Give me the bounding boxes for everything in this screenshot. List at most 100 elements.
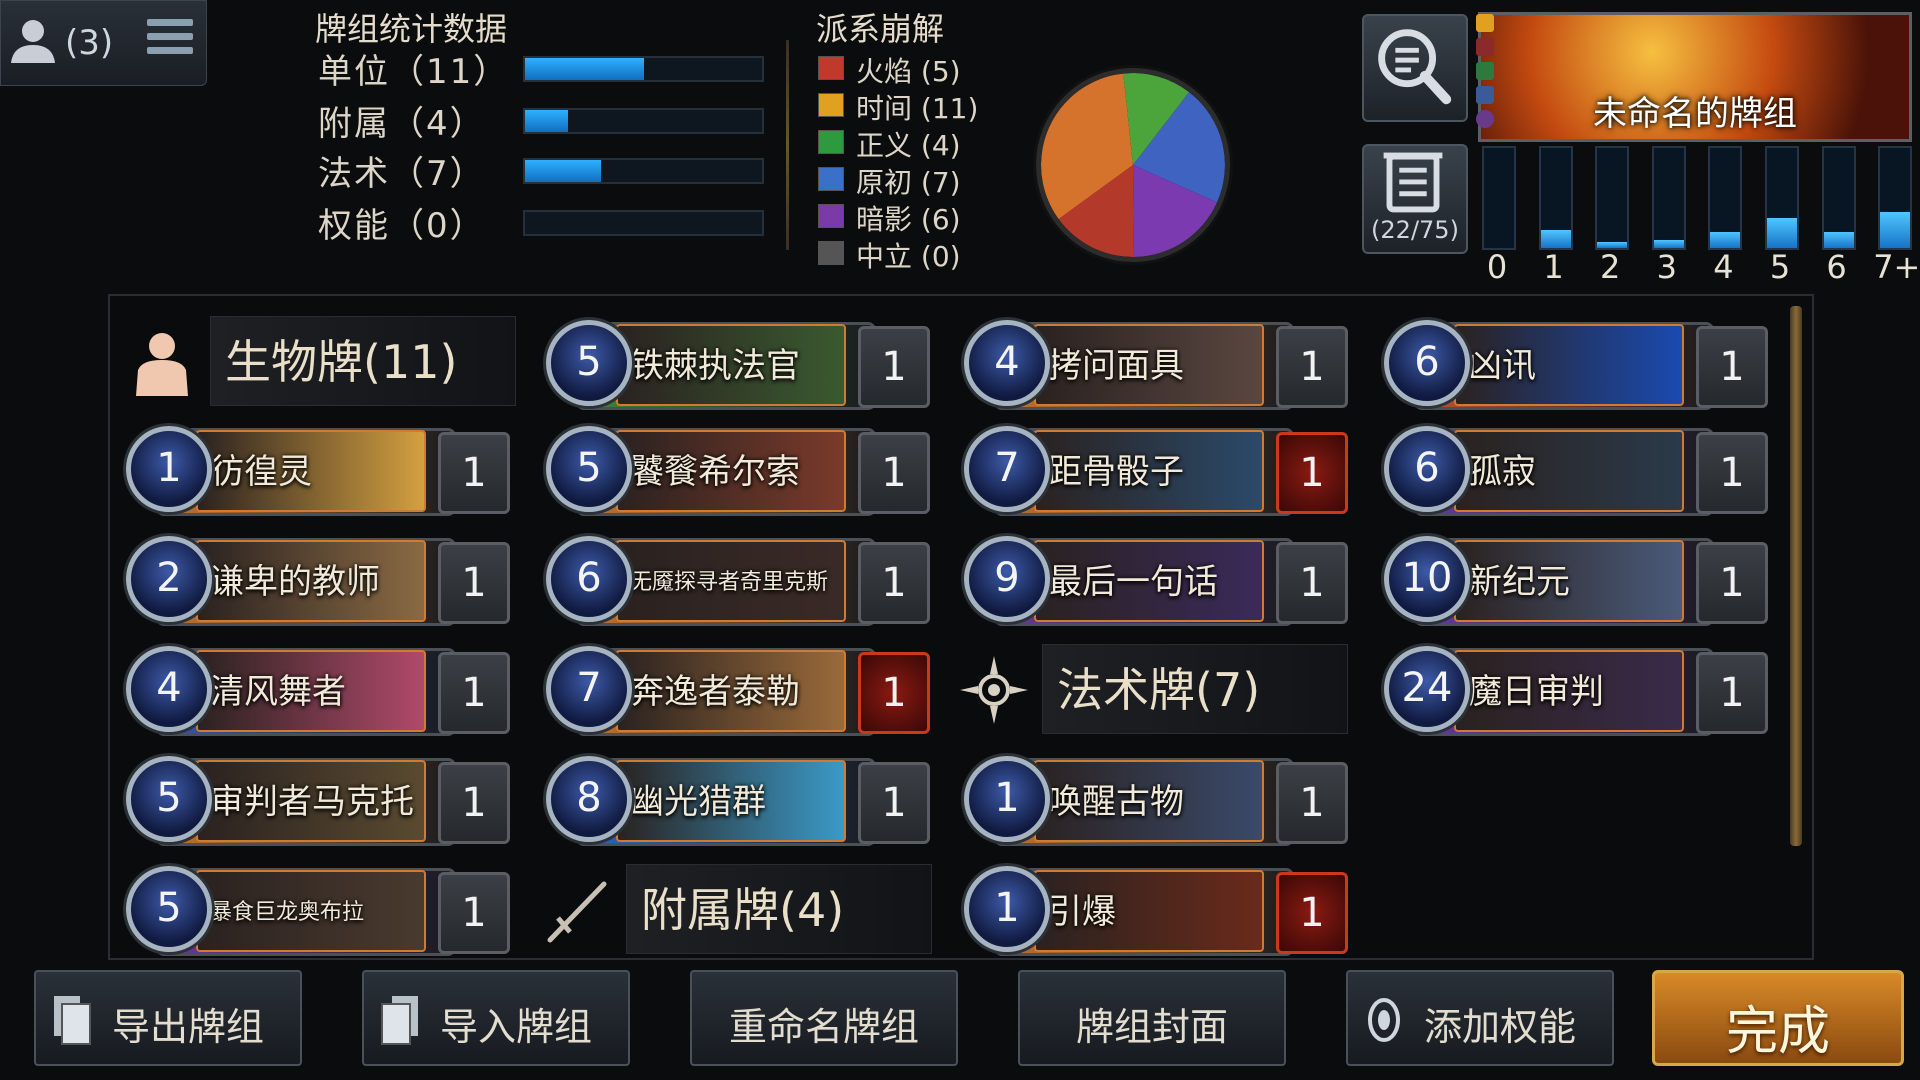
card-quantity[interactable]: 1 [1696, 326, 1768, 408]
faction-label: 时间 (11) [856, 92, 979, 125]
deck-card[interactable]: 清风舞者 4 1 [126, 642, 516, 740]
faction-icon [818, 167, 844, 191]
faction-row: 原初 (7) [818, 161, 988, 199]
stat-bar-fill [525, 160, 601, 182]
add-power-button[interactable]: 添加权能 [1346, 970, 1614, 1066]
mana-curve-fill [1880, 212, 1911, 248]
deck-card[interactable]: 奔逸者泰勒 7 1 [546, 642, 936, 740]
card-cost: 5 [126, 756, 212, 842]
card-name: 清风舞者 [210, 672, 346, 712]
deck-card[interactable]: 铁棘执法官 5 1 [546, 316, 936, 414]
deck-card[interactable]: 距骨骰子 7 1 [964, 422, 1354, 520]
creatures-section-title: 生物牌(11) [210, 316, 516, 406]
stat-bar-fill [525, 110, 568, 132]
faction-row: 时间 (11) [818, 87, 988, 125]
deck-card[interactable]: 幽光猎群 8 1 [546, 752, 936, 850]
deck-card[interactable]: 魔日审判 24 1 [1384, 642, 1774, 740]
rename-deck-button[interactable]: 重命名牌组 [690, 970, 958, 1066]
card-quantity[interactable]: 1 [858, 652, 930, 734]
faction-label: 原初 (7) [856, 166, 961, 199]
deck-card[interactable]: 饕餮希尔索 5 1 [546, 422, 936, 520]
deck-card[interactable]: 引爆 1 1 [964, 862, 1354, 960]
card-cost: 6 [1384, 426, 1470, 512]
faction-icon [818, 93, 844, 117]
faction-icon [818, 130, 844, 154]
stat-label: 法术（7） [318, 154, 486, 194]
user-silhouette-icon [11, 20, 55, 63]
attachments-section-title: 附属牌(4) [626, 864, 932, 954]
primal-faction-icon [1476, 86, 1494, 104]
card-quantity[interactable]: 1 [1276, 762, 1348, 844]
deck-card[interactable]: 无魇探寻者奇里克斯 6 1 [546, 532, 936, 630]
card-quantity[interactable]: 1 [858, 432, 930, 514]
mana-curve-bar [1765, 146, 1799, 250]
card-quantity[interactable]: 1 [438, 652, 510, 734]
card-quantity[interactable]: 1 [1696, 652, 1768, 734]
faction-label: 暗影 (6) [856, 203, 961, 236]
faction-breakdown-title: 派系崩解 [816, 10, 945, 48]
faction-label: 中立 (0) [856, 240, 961, 273]
card-quantity[interactable]: 1 [438, 762, 510, 844]
deck-card[interactable]: 彷徨灵 1 1 [126, 422, 516, 520]
card-quantity[interactable]: 1 [1276, 326, 1348, 408]
card-quantity[interactable]: 1 [438, 872, 510, 954]
card-quantity[interactable]: 1 [1276, 432, 1348, 514]
deck-card[interactable]: 拷问面具 4 1 [964, 316, 1354, 414]
deck-card[interactable]: 凶讯 6 1 [1384, 316, 1774, 414]
mana-curve-bar [1651, 146, 1686, 250]
stat-label: 附属（4） [318, 104, 486, 144]
card-name: 孤寂 [1468, 452, 1536, 492]
faction-label: 正义 (4) [856, 129, 961, 162]
card-count-button[interactable]: (22/75) [1362, 144, 1468, 254]
export-deck-label: 导出牌组 [111, 1005, 264, 1049]
card-list-scrollbar[interactable] [1790, 306, 1802, 846]
deck-cover-banner[interactable]: 未命名的牌组 [1478, 12, 1912, 142]
mana-curve-bar [1708, 146, 1743, 250]
done-button[interactable]: 完成 [1652, 970, 1904, 1066]
card-quantity[interactable]: 1 [858, 542, 930, 624]
card-quantity[interactable]: 1 [1696, 542, 1768, 624]
spells-section-title: 法术牌(7) [1042, 644, 1348, 734]
card-cost: 5 [546, 426, 632, 512]
add-power-label: 添加权能 [1423, 1005, 1576, 1049]
card-name: 新纪元 [1468, 562, 1570, 602]
card-quantity[interactable]: 1 [858, 762, 930, 844]
card-quantity[interactable]: 1 [1276, 542, 1348, 624]
card-quantity[interactable]: 1 [858, 326, 930, 408]
import-deck-button[interactable]: 导入牌组 [362, 970, 630, 1066]
deck-card[interactable]: 谦卑的教师 2 1 [126, 532, 516, 630]
card-name: 距骨骰子 [1048, 452, 1184, 492]
mana-curve-bar [1878, 146, 1913, 250]
deck-card[interactable]: 暴食巨龙奥布拉 5 1 [126, 862, 516, 960]
deck-card[interactable]: 新纪元 10 1 [1384, 532, 1774, 630]
card-list-icon [1383, 152, 1443, 213]
player-panel[interactable]: (3) [0, 0, 207, 86]
search-button[interactable] [1362, 14, 1468, 122]
card-quantity[interactable]: 1 [1276, 872, 1348, 954]
card-cost: 1 [964, 866, 1050, 952]
faction-row: 中立 (0) [818, 235, 988, 273]
mana-curve-label: 5 [1769, 248, 1791, 286]
deck-card[interactable]: 最后一句话 9 1 [964, 532, 1354, 630]
deck-card[interactable]: 唤醒古物 1 1 [964, 752, 1354, 850]
stat-bar [523, 210, 764, 236]
divider [786, 40, 789, 250]
export-deck-button[interactable]: 导出牌组 [34, 970, 302, 1066]
card-name: 唤醒古物 [1048, 782, 1184, 822]
card-cost: 24 [1384, 646, 1470, 732]
card-quantity[interactable]: 1 [438, 542, 510, 624]
hamburger-menu-icon[interactable] [147, 19, 193, 59]
deck-card[interactable]: 孤寂 6 1 [1384, 422, 1774, 520]
import-deck-label: 导入牌组 [439, 1005, 592, 1049]
deck-cover-button[interactable]: 牌组封面 [1018, 970, 1286, 1066]
faction-icon [818, 56, 844, 80]
faction-icon [818, 204, 844, 228]
deck-card[interactable]: 审判者马克托 5 1 [126, 752, 516, 850]
card-cost: 5 [126, 866, 212, 952]
card-quantity[interactable]: 1 [1696, 432, 1768, 514]
card-cost: 9 [964, 536, 1050, 622]
card-quantity[interactable]: 1 [438, 432, 510, 514]
card-name: 彷徨灵 [210, 452, 312, 492]
mana-curve-fill [1767, 218, 1797, 248]
magnifier-icon [1378, 29, 1452, 105]
